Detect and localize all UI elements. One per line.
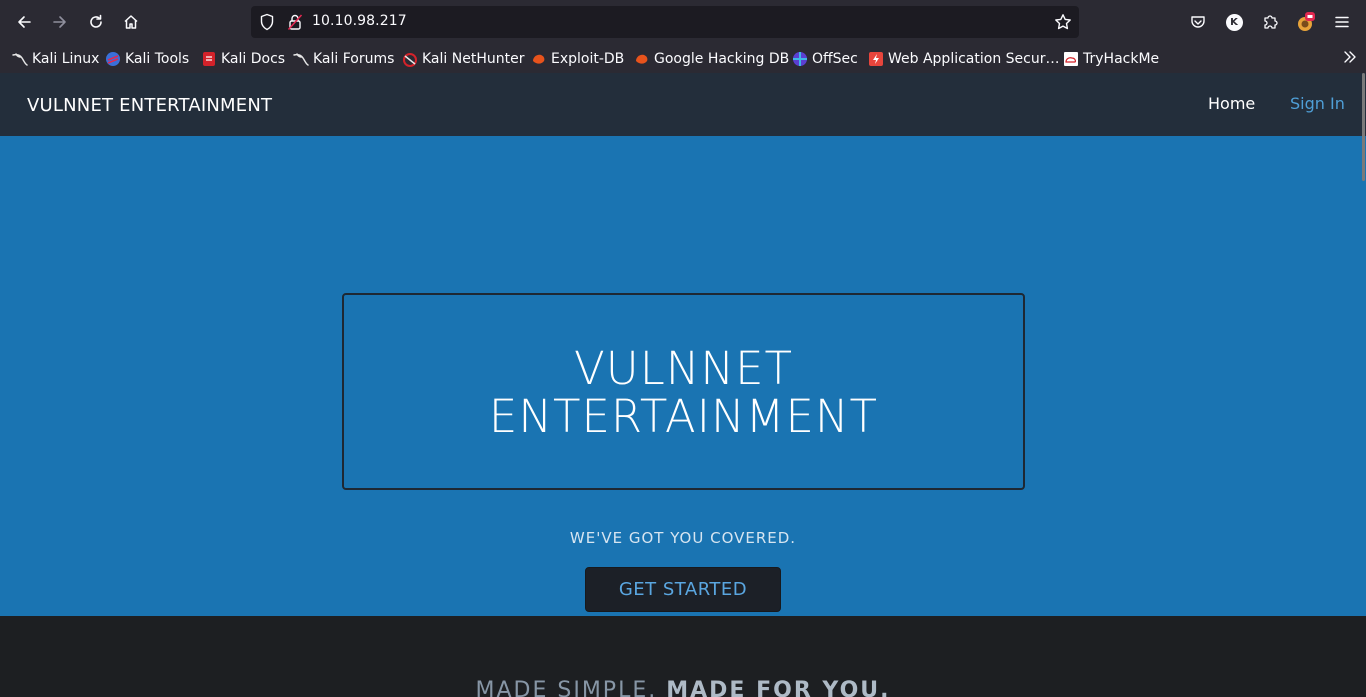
nav-signin-link[interactable]: Sign In bbox=[1290, 94, 1345, 113]
pocket-button[interactable] bbox=[1184, 8, 1212, 36]
hero-title-line1: VULNNET bbox=[573, 342, 794, 395]
bookmark-kali-nethunter[interactable]: Kali NetHunter bbox=[402, 48, 524, 70]
account-button[interactable]: K bbox=[1220, 8, 1248, 36]
kali-docs-icon bbox=[203, 52, 215, 66]
site-brand[interactable]: VULNNET ENTERTAINMENT bbox=[27, 95, 272, 116]
arrow-right-icon bbox=[53, 16, 66, 28]
web-page: VULNNET ENTERTAINMENT Home Sign In VULNN… bbox=[0, 73, 1366, 697]
bookmark-kali-forums[interactable]: Kali Forums bbox=[293, 48, 394, 70]
bookmark-label: TryHackMe bbox=[1083, 51, 1160, 67]
hero-section: VULNNET ENTERTAINMENT WE'VE GOT YOU COVE… bbox=[0, 136, 1366, 616]
bookmark-label: Google Hacking DB bbox=[654, 51, 790, 67]
home-button[interactable] bbox=[117, 8, 145, 36]
page-scrollbar[interactable] bbox=[1362, 73, 1365, 181]
url-bar[interactable]: 10.10.98.217 bbox=[251, 6, 1079, 38]
kali-dragon-icon bbox=[12, 53, 28, 66]
bookmark-label: Kali Docs bbox=[221, 51, 286, 67]
bookmark-web-application-security[interactable]: Web Application Secur… bbox=[868, 48, 1059, 70]
hero-title-box: VULNNET ENTERTAINMENT bbox=[342, 293, 1025, 490]
offsec-icon bbox=[793, 52, 807, 66]
bookmark-label: Web Application Secur… bbox=[888, 51, 1060, 67]
hero-title: VULNNET ENTERTAINMENT bbox=[344, 345, 1023, 441]
bookmark-label: OffSec bbox=[812, 51, 858, 67]
bookmark-tryhackme[interactable]: TryHackMe bbox=[1063, 48, 1159, 70]
section-heading-part1: MADE SIMPLE. bbox=[475, 678, 658, 697]
get-started-button[interactable]: GET STARTED bbox=[585, 567, 781, 612]
bookmark-kali-docs[interactable]: Kali Docs bbox=[201, 48, 285, 70]
avatar-initial: K bbox=[1230, 16, 1238, 28]
back-button[interactable] bbox=[10, 8, 38, 36]
avatar: K bbox=[1225, 13, 1243, 31]
bookmark-google-hacking-db[interactable]: Google Hacking DB bbox=[634, 48, 789, 70]
reload-button[interactable] bbox=[82, 8, 110, 36]
bookmark-exploit-db[interactable]: Exploit-DB bbox=[531, 48, 624, 70]
hero-tagline: WE'VE GOT YOU COVERED. bbox=[569, 529, 797, 547]
nethunter-icon bbox=[403, 53, 417, 67]
ghdb-icon bbox=[636, 54, 648, 64]
arrow-left-icon bbox=[18, 16, 31, 28]
bookmark-label: Kali Forums bbox=[313, 51, 395, 67]
kali-dragon-icon bbox=[293, 53, 309, 66]
section-heading: MADE SIMPLE. MADE FOR YOU. bbox=[0, 678, 1366, 697]
puzzle-piece-icon bbox=[1264, 15, 1278, 29]
exploit-db-icon bbox=[533, 54, 545, 64]
home-icon bbox=[124, 15, 138, 29]
app-menu-button[interactable] bbox=[1328, 8, 1356, 36]
browser-toolbar: 10.10.98.217 K bbox=[0, 0, 1366, 44]
hero-title-line2: ENTERTAINMENT bbox=[488, 390, 879, 443]
browser-chrome: 10.10.98.217 K Kali Linux Kali Tools Kal… bbox=[0, 0, 1366, 73]
tracking-shield-icon[interactable] bbox=[259, 13, 275, 31]
bookmark-label: Exploit-DB bbox=[551, 51, 625, 67]
kali-tools-icon bbox=[106, 52, 120, 66]
pocket-icon bbox=[1191, 16, 1205, 28]
bookmark-star-icon[interactable] bbox=[1054, 13, 1072, 31]
chevron-double-right-icon[interactable] bbox=[1342, 49, 1358, 65]
tryhackme-icon bbox=[1064, 52, 1078, 66]
bookmark-kali-tools[interactable]: Kali Tools bbox=[105, 48, 189, 70]
bookmark-label: Kali NetHunter bbox=[422, 51, 525, 67]
extension-badge-icon bbox=[1298, 12, 1315, 31]
site-navbar: VULNNET ENTERTAINMENT Home Sign In bbox=[0, 73, 1366, 136]
bookmarks-toolbar: Kali Linux Kali Tools Kali Docs Kali For… bbox=[0, 44, 1366, 73]
hamburger-menu-icon bbox=[1335, 16, 1349, 28]
bookmark-offsec[interactable]: OffSec bbox=[792, 48, 858, 70]
extension-button[interactable] bbox=[1292, 8, 1320, 36]
insecure-lock-icon[interactable] bbox=[287, 13, 303, 31]
bookmark-kali-linux[interactable]: Kali Linux bbox=[12, 48, 99, 70]
forward-button[interactable] bbox=[46, 8, 74, 36]
portswigger-icon bbox=[869, 52, 883, 66]
features-section: MADE SIMPLE. MADE FOR YOU. bbox=[0, 616, 1366, 697]
section-heading-part2: MADE FOR YOU. bbox=[666, 678, 891, 697]
url-text[interactable]: 10.10.98.217 bbox=[312, 13, 407, 29]
reload-icon bbox=[90, 14, 102, 28]
nav-home-link[interactable]: Home bbox=[1208, 94, 1255, 113]
bookmark-label: Kali Linux bbox=[32, 51, 100, 67]
extensions-button[interactable] bbox=[1256, 8, 1284, 36]
bookmark-label: Kali Tools bbox=[125, 51, 190, 67]
